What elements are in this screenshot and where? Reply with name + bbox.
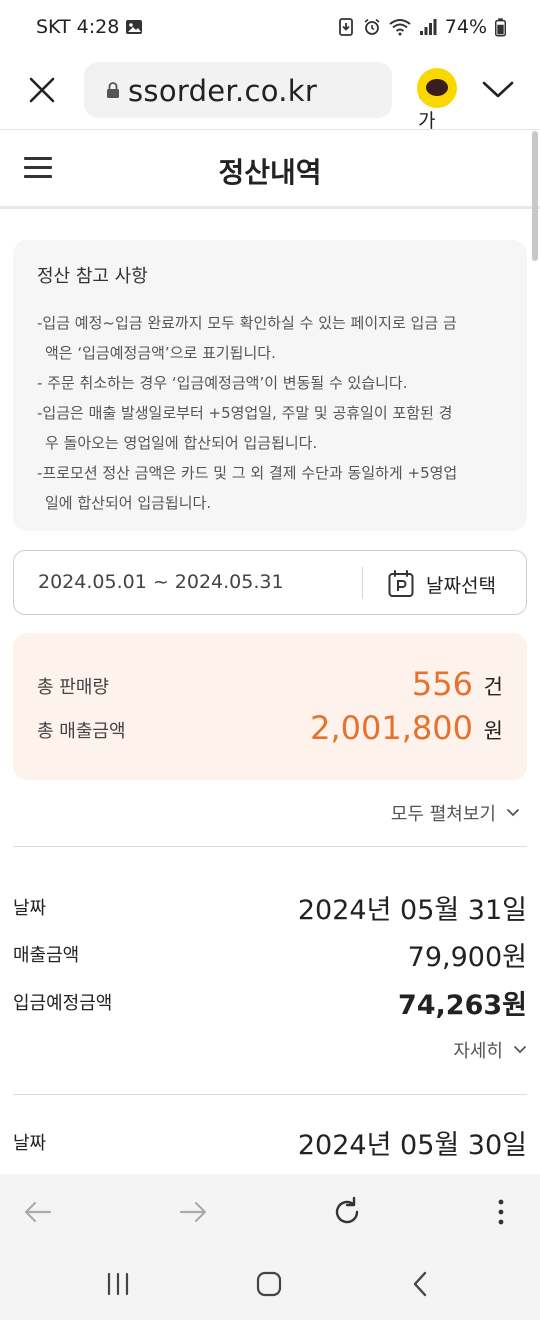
record-date-row: 날짜 2024년 05월 31일 <box>13 886 527 926</box>
chevron-down-icon <box>507 809 519 817</box>
status-right: 74% <box>337 16 506 38</box>
status-bar: SKT 4:28 74% <box>0 0 540 56</box>
notice-lines: -입금 예정~입금 완료까지 모두 확인하실 수 있는 페이지로 입금 금 액은… <box>37 308 517 518</box>
record-date-row: 날짜 2024년 05월 30일 <box>13 1121 527 1161</box>
download-notification-icon <box>338 18 353 36</box>
divider <box>13 846 527 847</box>
total-count-label: 총 판매량 <box>37 677 109 698</box>
system-navigation-bar <box>0 1248 540 1320</box>
gallery-notification-icon <box>126 20 143 34</box>
lock-icon <box>107 82 119 98</box>
notice-line: 일에 합산되어 입금됩니다. <box>45 494 212 512</box>
record-deposit-value: 74,263원 <box>397 990 527 1021</box>
record-deposit-row: 입금예정금액 74,263원 <box>13 981 527 1021</box>
record-date-label: 날짜 <box>13 1133 47 1154</box>
browser-toolbar: ssorder.co.kr 가가 <box>0 56 540 132</box>
date-range-filter[interactable]: 2024.05.01 ~ 2024.05.31 날짜선택 <box>13 550 527 615</box>
clock: 4:28 <box>76 16 120 38</box>
url-text: ssorder.co.kr <box>128 74 318 108</box>
forward-arrow-icon[interactable] <box>177 1196 209 1228</box>
date-picker-label: 날짜선택 <box>426 574 496 597</box>
divider <box>362 567 363 599</box>
wifi-icon <box>389 19 411 36</box>
carrier-label: SKT <box>36 16 71 38</box>
status-left: SKT 4:28 <box>36 16 143 38</box>
more-options-icon[interactable] <box>485 1196 517 1228</box>
expand-all-label: 모두 펼쳐보기 <box>390 804 496 825</box>
notice-title: 정산 참고 사항 <box>37 266 148 287</box>
chevron-down-icon[interactable] <box>480 74 516 104</box>
home-icon[interactable] <box>255 1270 283 1298</box>
record-deposit-label: 입금예정금액 <box>13 993 113 1014</box>
notice-line: -입금은 매출 발생일로부터 +5영업일, 주말 및 공휴일이 포함된 경 <box>37 404 453 422</box>
signal-icon <box>419 19 437 35</box>
page-title: 정산내역 <box>218 156 322 189</box>
notice-line: 액은 ‘입금예정금액’으로 표기됩니다. <box>45 344 276 362</box>
notice-line: - 주문 취소하는 경우 ‘입금예정금액’이 변동될 수 있습니다. <box>37 374 408 392</box>
record-sales-row: 매출금액 79,900원 <box>13 933 527 973</box>
total-sales-unit: 원 <box>483 719 503 743</box>
date-picker-button[interactable]: 날짜선택 <box>388 567 496 601</box>
date-range-text[interactable]: 2024.05.01 ~ 2024.05.31 <box>38 571 284 593</box>
total-count-value: 556 <box>411 665 473 703</box>
total-count-row: 총 판매량 556 건 <box>37 663 503 707</box>
record-date-label: 날짜 <box>13 898 47 919</box>
notice-line: -입금 예정~입금 완료까지 모두 확인하실 수 있는 페이지로 입금 금 <box>37 314 457 332</box>
calendar-icon <box>388 570 414 597</box>
total-sales-label: 총 매출금액 <box>37 721 126 742</box>
record-sales-label: 매출금액 <box>13 945 80 966</box>
total-count-unit: 건 <box>483 675 503 699</box>
close-icon[interactable] <box>26 74 58 106</box>
record-sales-value: 79,900원 <box>407 942 527 973</box>
record-date-value: 2024년 05월 30일 <box>297 1130 527 1161</box>
page-header: 정산내역 <box>0 131 540 209</box>
total-sales-value: 2,001,800 <box>310 709 473 747</box>
back-icon[interactable] <box>407 1270 435 1298</box>
browser-bottom-nav <box>0 1174 540 1248</box>
divider <box>13 1094 527 1095</box>
notice-line: 우 돌아오는 영업일에 합산되어 입금됩니다. <box>45 434 318 452</box>
settlement-notice: 정산 참고 사항 -입금 예정~입금 완료까지 모두 확인하실 수 있는 페이지… <box>13 240 527 531</box>
alarm-icon <box>364 18 380 35</box>
expand-all-button[interactable]: 모두 펼쳐보기 <box>391 800 520 826</box>
total-sales-row: 총 매출금액 2,001,800 원 <box>37 707 503 751</box>
battery-percent: 74% <box>444 16 487 38</box>
kakao-talk-button[interactable] <box>417 68 457 108</box>
detail-toggle-button[interactable]: 자세히 <box>453 1037 527 1063</box>
back-arrow-icon[interactable] <box>22 1196 54 1228</box>
notice-line: -프로모션 정산 금액은 카드 및 그 외 결제 수단과 동일하게 +5영업 <box>37 464 458 482</box>
detail-label: 자세히 <box>453 1041 503 1062</box>
recent-apps-icon[interactable] <box>104 1270 132 1298</box>
record-date-value: 2024년 05월 31일 <box>297 895 527 926</box>
page-scrollbar[interactable] <box>532 131 538 261</box>
reload-icon[interactable] <box>331 1196 363 1228</box>
chevron-down-icon <box>514 1046 526 1054</box>
kakao-bubble-icon <box>426 79 448 96</box>
battery-icon <box>495 17 506 36</box>
sales-summary: 총 판매량 556 건 총 매출금액 2,001,800 원 <box>13 633 527 780</box>
address-bar[interactable]: ssorder.co.kr 가가 <box>84 62 435 132</box>
